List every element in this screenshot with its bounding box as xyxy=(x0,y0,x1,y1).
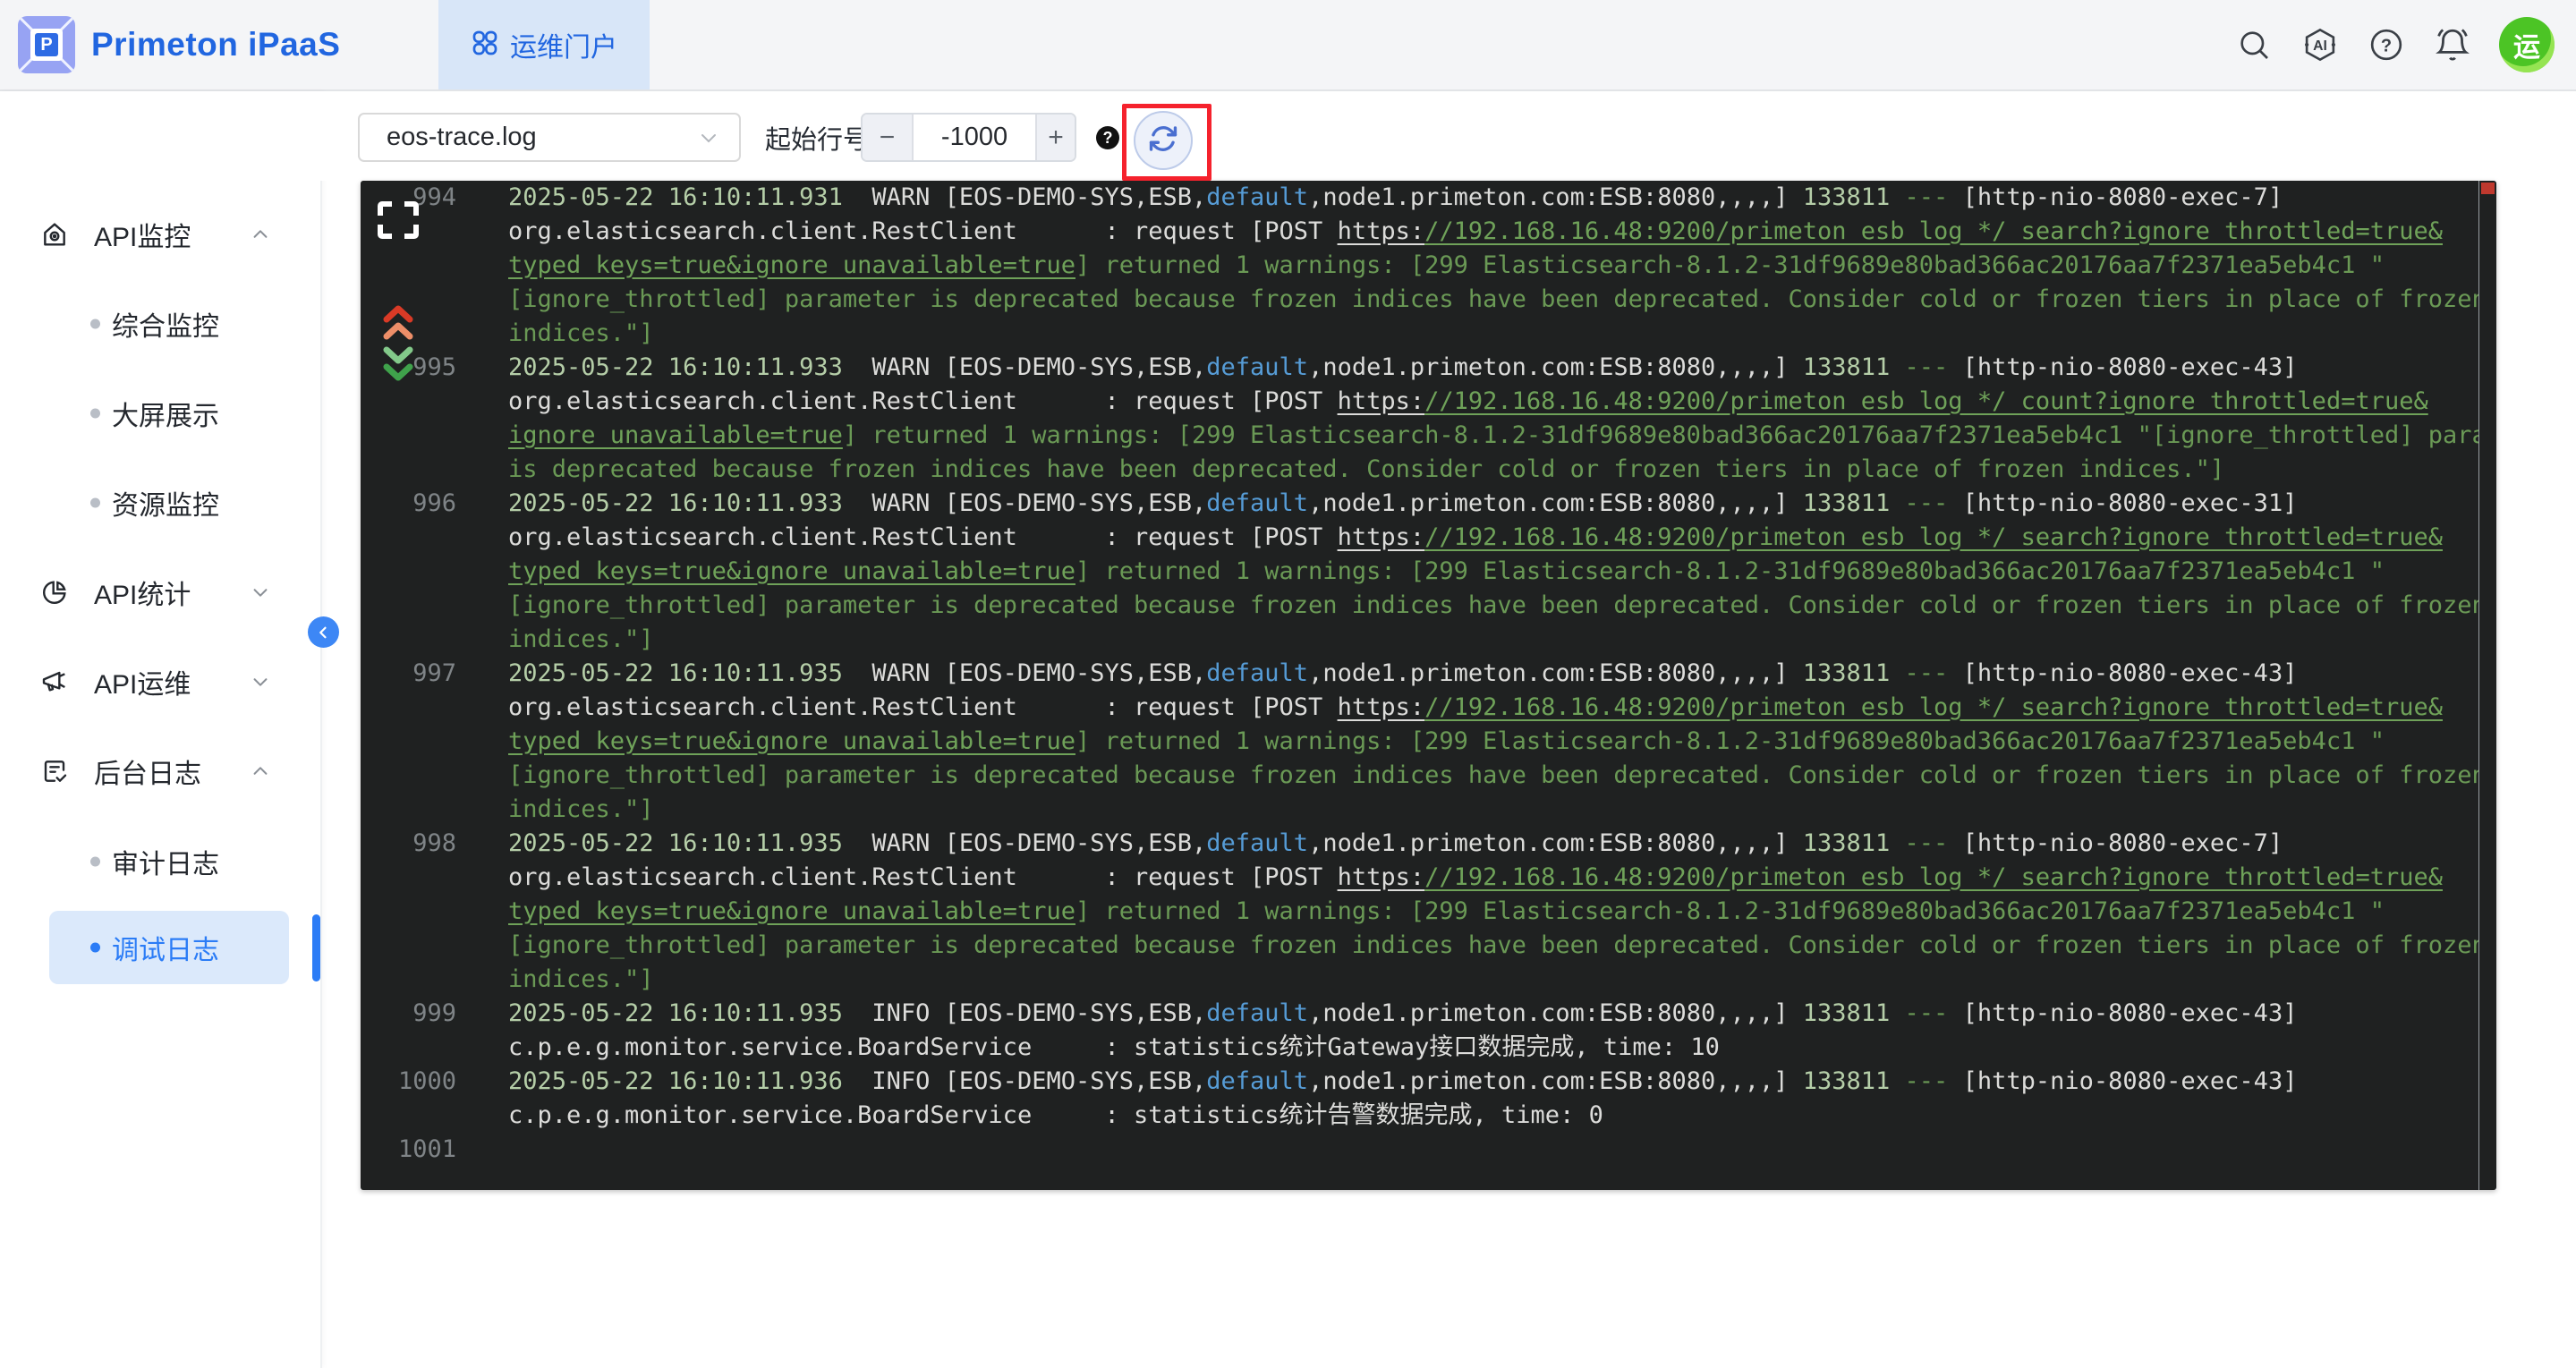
log-line: 998 2025-05-22 16:10:11.935 WARN [EOS-DEM… xyxy=(361,827,2478,997)
header-actions: AI ? 运 xyxy=(2234,0,2555,89)
monitor-home-icon xyxy=(40,220,69,249)
log-terminal: 9942025-05-22 16:10:11.931 WARN [EOS-DEM… xyxy=(361,181,2496,1190)
log-line-text: 2025-05-22 16:10:11.935 INFO [EOS-DEMO-S… xyxy=(508,997,2297,1065)
sidebar-item-label: 后台日志 xyxy=(94,752,201,791)
fullscreen-icon[interactable] xyxy=(376,200,421,241)
log-line: 999 2025-05-22 16:10:11.935 INFO [EOS-DEM… xyxy=(361,997,2478,1065)
chevron-up-icon xyxy=(251,225,270,244)
terminal-scrollbar[interactable] xyxy=(2478,181,2496,1190)
log-line-number: 1001 xyxy=(361,1133,456,1167)
log-lines: 9942025-05-22 16:10:11.931 WARN [EOS-DEM… xyxy=(361,181,2478,1190)
log-line: 9952025-05-22 16:10:11.933 WARN [EOS-DEM… xyxy=(361,351,2478,487)
ai-assistant-icon[interactable]: AI xyxy=(2300,25,2340,64)
sidebar-subitem-综合监控[interactable]: 综合监控 xyxy=(49,294,289,353)
sidebar-subitem-资源监控[interactable]: 资源监控 xyxy=(49,473,289,532)
app-logo: P Primeton iPaaS xyxy=(18,15,340,74)
start-line-label: 起始行号 xyxy=(765,113,869,162)
log-line-number: 996 xyxy=(361,487,456,521)
bullet-dot-icon xyxy=(90,409,100,419)
scroll-to-top-icon[interactable] xyxy=(381,304,415,342)
chevron-up-icon xyxy=(251,761,270,781)
bullet-dot-icon xyxy=(90,943,100,953)
sidebar-subitem-调试日志[interactable]: 调试日志 xyxy=(49,911,289,984)
sidebar-subitem-label: 综合监控 xyxy=(112,304,219,344)
log-line-number: 999 xyxy=(361,997,456,1031)
terminal-scrollbar-thumb[interactable] xyxy=(2481,183,2495,194)
chevron-down-icon xyxy=(251,582,270,602)
start-line-help-icon[interactable]: ? xyxy=(1096,126,1119,149)
log-line-text: 2025-05-22 16:10:11.935 WARN [EOS-DEMO-S… xyxy=(508,827,2478,997)
start-line-input[interactable] xyxy=(914,115,1035,160)
bullet-dot-icon xyxy=(90,857,100,867)
megaphone-icon xyxy=(40,667,69,696)
refresh-icon xyxy=(1148,123,1178,158)
sidebar-subitem-label: 调试日志 xyxy=(112,928,219,967)
user-avatar[interactable]: 运 xyxy=(2499,17,2555,72)
start-line-stepper: − + xyxy=(861,113,1076,162)
log-line-text: 2025-05-22 16:10:11.936 INFO [EOS-DEMO-S… xyxy=(508,1065,2297,1133)
tab-ops-portal-label: 运维门户 xyxy=(510,25,617,64)
sidebar-subitem-大屏展示[interactable]: 大屏展示 xyxy=(49,384,289,443)
stepper-increase-button[interactable]: + xyxy=(1035,115,1075,160)
search-icon[interactable] xyxy=(2234,25,2274,64)
log-line-text: 2025-05-22 16:10:11.935 WARN [EOS-DEMO-S… xyxy=(508,657,2478,827)
svg-text:AI: AI xyxy=(2313,38,2327,54)
log-line: 1001 xyxy=(361,1133,2478,1167)
stepper-decrease-button[interactable]: − xyxy=(863,115,914,160)
sidebar: API监控综合监控大屏展示资源监控 API统计 API运维后台日志审计日志调试日志 xyxy=(0,91,322,1368)
log-toolbar: eos-trace.log 起始行号 − + ? xyxy=(320,91,2576,181)
document-check-icon xyxy=(40,757,69,786)
bullet-dot-icon xyxy=(90,498,100,508)
log-line-number: 1000 xyxy=(361,1065,456,1099)
tab-ops-portal[interactable]: 运维门户 xyxy=(438,0,650,89)
chevron-down-icon xyxy=(251,672,270,692)
svg-text:?: ? xyxy=(2381,37,2392,56)
sidebar-item-label: API监控 xyxy=(94,215,191,254)
notification-bell-icon[interactable] xyxy=(2433,25,2472,64)
sidebar-subitem-label: 资源监控 xyxy=(112,483,219,523)
log-line-number: 997 xyxy=(361,657,456,691)
sidebar-item-API统计[interactable]: API统计 xyxy=(0,563,320,622)
sidebar-item-label: API统计 xyxy=(94,573,191,612)
log-line: 9942025-05-22 16:10:11.931 WARN [EOS-DEM… xyxy=(361,181,2478,351)
sidebar-item-API监控[interactable]: API监控 xyxy=(0,205,320,264)
logo-icon: P xyxy=(18,16,75,73)
log-file-select[interactable]: eos-trace.log xyxy=(358,113,741,162)
sidebar-item-API运维[interactable]: API运维 xyxy=(0,652,320,711)
log-line: 997 2025-05-22 16:10:11.935 WARN [EOS-DEM… xyxy=(361,657,2478,827)
sidebar-item-label: API运维 xyxy=(94,662,191,701)
bullet-dot-icon xyxy=(90,319,100,329)
page: P Primeton iPaaS 运维门户 xyxy=(0,0,2576,1368)
collapse-sidebar-button[interactable] xyxy=(308,616,339,648)
pie-chart-icon xyxy=(40,578,69,607)
log-line-text: 2025-05-22 16:10:11.933 WARN [EOS-DEMO-S… xyxy=(508,351,2478,487)
app-header: P Primeton iPaaS 运维门户 xyxy=(0,0,2576,91)
log-line-number: 998 xyxy=(361,827,456,861)
apps-grid-icon xyxy=(471,29,499,62)
refresh-button[interactable] xyxy=(1134,111,1193,170)
log-line: 1000 2025-05-22 16:10:11.936 INFO [EOS-DE… xyxy=(361,1065,2478,1133)
log-line-text: 2025-05-22 16:10:11.933 WARN [EOS-DEMO-S… xyxy=(508,487,2478,657)
log-file-select-value: eos-trace.log xyxy=(387,123,537,152)
sidebar-subitem-label: 大屏展示 xyxy=(112,394,219,433)
active-menu-indicator xyxy=(312,914,320,981)
sidebar-subitem-审计日志[interactable]: 审计日志 xyxy=(49,832,289,891)
sidebar-subitem-label: 审计日志 xyxy=(112,842,219,881)
logo-text: Primeton iPaaS xyxy=(91,26,340,64)
log-line-text: 2025-05-22 16:10:11.931 WARN [EOS-DEMO-S… xyxy=(508,181,2478,351)
scroll-to-bottom-icon[interactable] xyxy=(381,345,415,383)
help-icon[interactable]: ? xyxy=(2367,25,2406,64)
log-line: 996 2025-05-22 16:10:11.933 WARN [EOS-DEM… xyxy=(361,487,2478,657)
chevron-down-icon xyxy=(698,127,719,149)
sidebar-item-后台日志[interactable]: 后台日志 xyxy=(0,742,320,801)
